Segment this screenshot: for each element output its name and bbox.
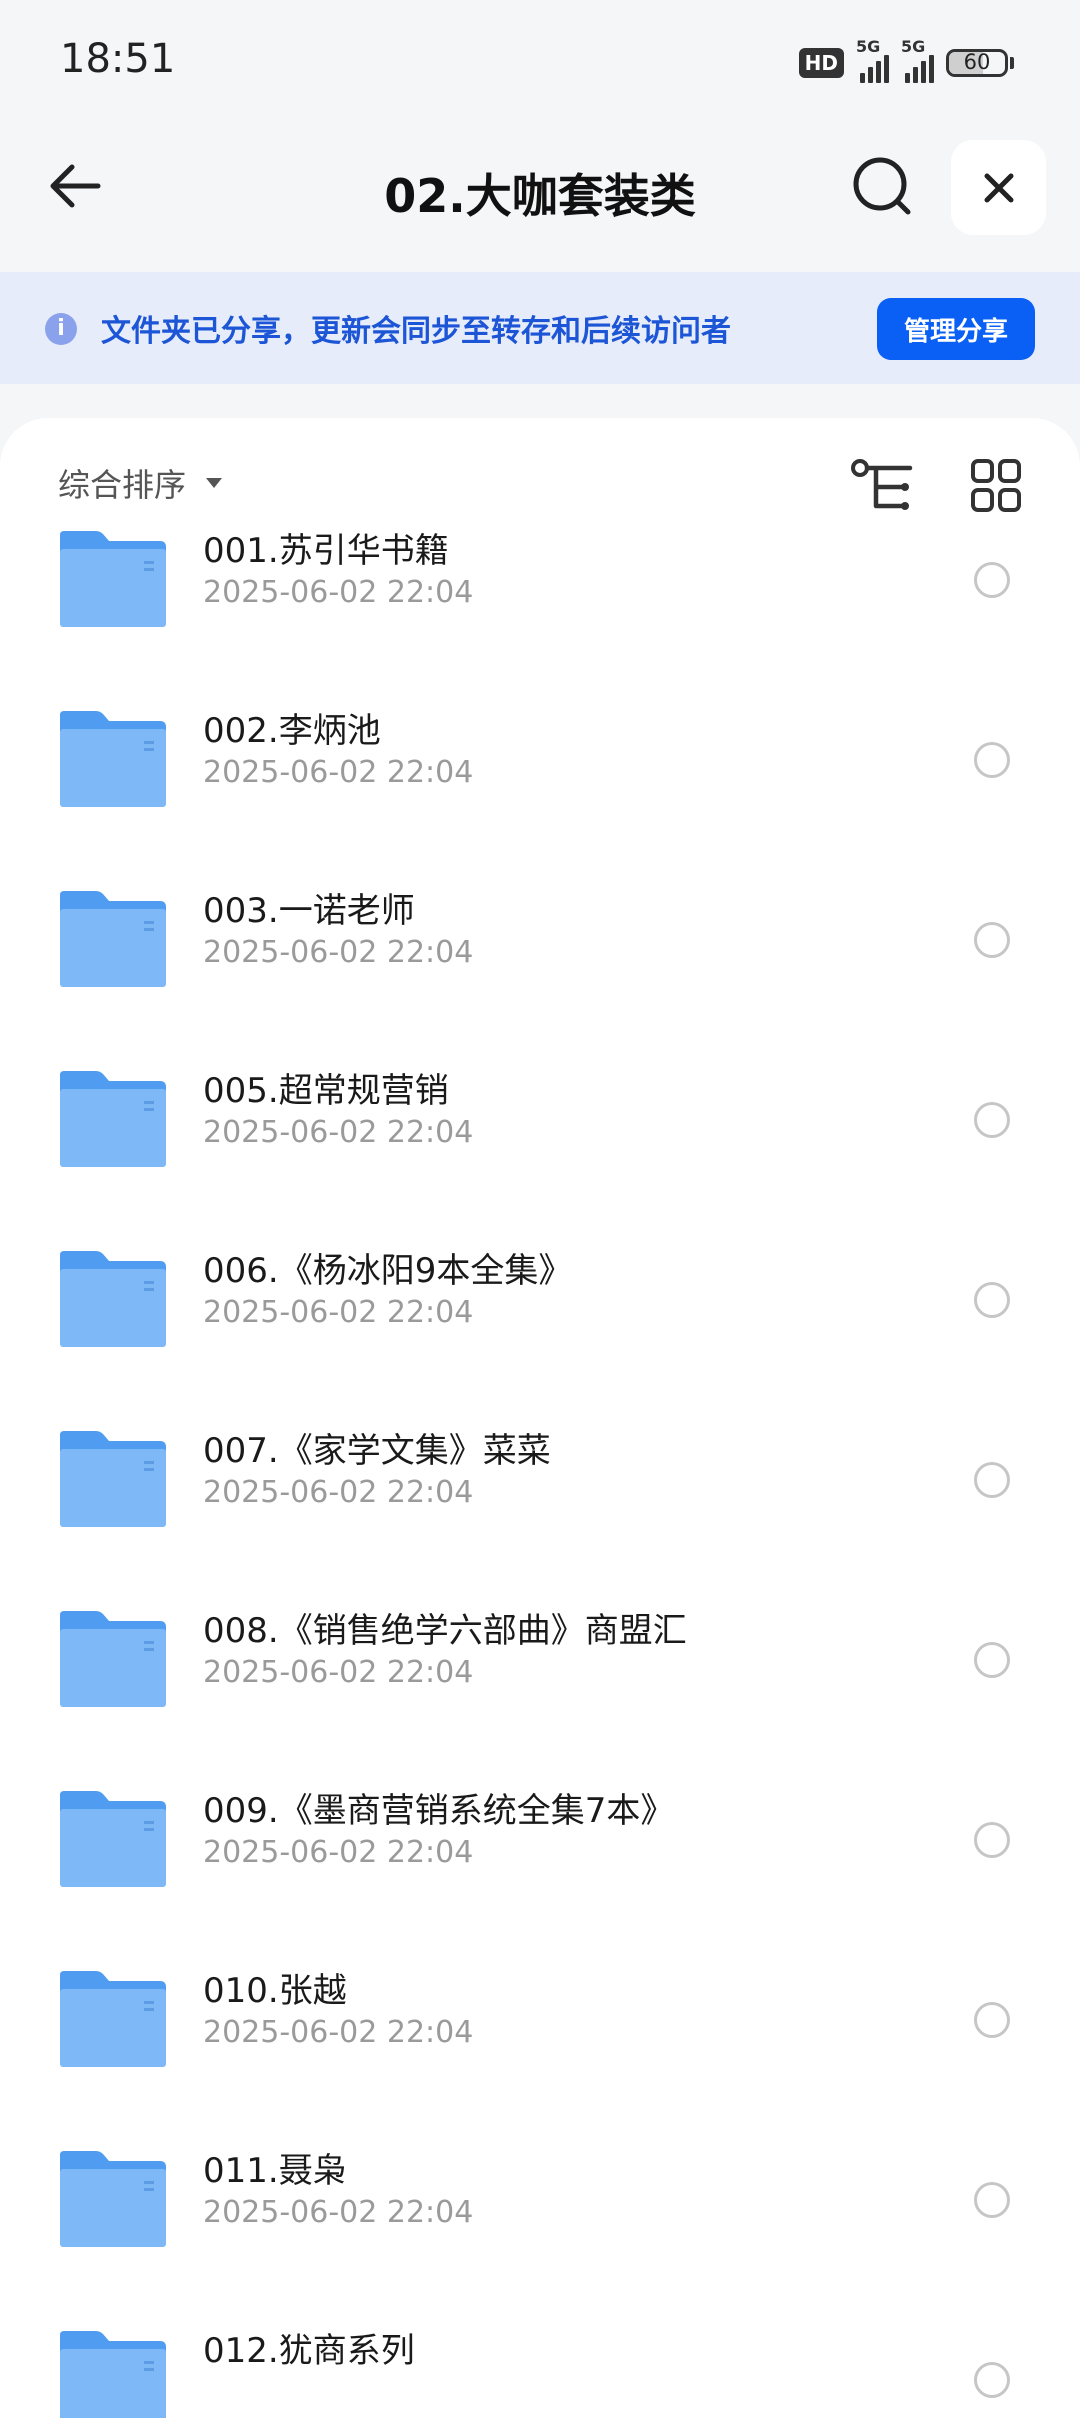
close-icon (984, 173, 1013, 202)
file-row-2[interactable]: 002.李炳池 2025-06-02 22:04 (0, 703, 1080, 883)
file-name: 008.《销售绝学六部曲》商盟汇 (203, 1611, 687, 1651)
file-modified-date: 2025-06-02 22:04 (203, 1475, 474, 1510)
file-name: 009.《墨商营销系统全集7本》 (203, 1791, 675, 1831)
select-checkbox[interactable] (974, 2002, 1010, 2038)
page-title: 02.大咖套装类 (384, 169, 696, 223)
folder-icon (60, 1431, 166, 1527)
sort-label: 综合排序 (58, 466, 187, 504)
sort-dropdown[interactable]: 综合排序 (58, 460, 224, 506)
select-checkbox[interactable] (974, 1642, 1010, 1678)
tree-view-icon (851, 459, 913, 510)
file-modified-date: 2025-06-02 22:04 (203, 1655, 474, 1690)
folder-icon (60, 1071, 166, 1167)
file-modified-date: 2025-06-02 22:04 (203, 1295, 474, 1330)
file-row-8[interactable]: 009.《墨商营销系统全集7本》 2025-06-02 22:04 (0, 1783, 1080, 1963)
share-notice-text: 文件夹已分享，更新会同步至转存和后续访问者 (101, 314, 731, 349)
file-modified-date: 2025-06-02 22:04 (203, 2015, 474, 2050)
manage-share-button[interactable]: 管理分享 (877, 298, 1035, 360)
folder-icon (60, 1791, 166, 1887)
caret-down-icon (206, 478, 223, 488)
close-button[interactable] (951, 140, 1046, 235)
share-notice-banner: i 文件夹已分享，更新会同步至转存和后续访问者 管理分享 (0, 272, 1080, 384)
file-name: 010.张越 (203, 1971, 347, 2011)
file-row-9[interactable]: 010.张越 2025-06-02 22:04 (0, 1963, 1080, 2143)
file-modified-date: 2025-06-02 22:04 (203, 1115, 474, 1150)
grid-view-button[interactable] (970, 458, 1022, 514)
select-checkbox[interactable] (974, 1102, 1010, 1138)
file-row-3[interactable]: 003.一诺老师 2025-06-02 22:04 (0, 883, 1080, 1063)
file-row-10[interactable]: 011.聂枭 2025-06-02 22:04 (0, 2143, 1080, 2323)
select-checkbox[interactable] (974, 562, 1010, 598)
network-type-label-2: 5G (901, 37, 926, 56)
search-button[interactable] (848, 152, 916, 220)
search-icon (853, 157, 911, 215)
battery-icon: 60 (946, 49, 1014, 77)
folder-icon (60, 891, 166, 987)
file-row-4[interactable]: 005.超常规营销 2025-06-02 22:04 (0, 1063, 1080, 1243)
file-modified-date: 2025-06-02 22:04 (203, 1835, 474, 1870)
tree-view-button[interactable] (850, 458, 916, 518)
file-list-card: 综合排序 001.苏引华书籍 2025-06-02 22:04 002.李炳池 … (0, 418, 1080, 2418)
status-icons: HD 5G 5G 60 (798, 37, 1014, 86)
file-modified-date: 2025-06-02 22:04 (203, 935, 474, 970)
signal-icon: 5G (856, 37, 889, 83)
file-modified-date: 2025-06-02 22:04 (203, 2195, 474, 2230)
file-name: 005.超常规营销 (203, 1071, 449, 1111)
arrow-left-icon (50, 164, 101, 208)
select-checkbox[interactable] (974, 2362, 1010, 2398)
status-time: 18:51 (60, 36, 176, 82)
file-row-7[interactable]: 008.《销售绝学六部曲》商盟汇 2025-06-02 22:04 (0, 1603, 1080, 1783)
select-checkbox[interactable] (974, 742, 1010, 778)
folder-icon (60, 1611, 166, 1707)
folder-icon (60, 531, 166, 627)
signal-icon-2: 5G (901, 37, 934, 83)
select-checkbox[interactable] (974, 1282, 1010, 1318)
folder-icon (60, 2151, 166, 2247)
folder-icon (60, 711, 166, 807)
select-checkbox[interactable] (974, 1822, 1010, 1858)
hd-voice-icon: HD (798, 48, 844, 78)
file-name: 001.苏引华书籍 (203, 531, 449, 571)
file-modified-date: 2025-06-02 22:04 (203, 575, 474, 610)
file-row-5[interactable]: 006.《杨冰阳9本全集》 2025-06-02 22:04 (0, 1243, 1080, 1423)
status-bar: 18:51 HD 5G 5G 60 (0, 0, 1080, 125)
file-name: 006.《杨冰阳9本全集》 (203, 1251, 573, 1291)
file-row-11[interactable]: 012.犹商系列 (0, 2323, 1080, 2418)
select-checkbox[interactable] (974, 2182, 1010, 2218)
file-name: 002.李炳池 (203, 711, 381, 751)
select-checkbox[interactable] (974, 1462, 1010, 1498)
folder-icon (60, 2331, 166, 2418)
folder-icon (60, 1251, 166, 1347)
file-name: 007.《家学文集》菜菜 (203, 1431, 551, 1471)
file-row-1[interactable]: 001.苏引华书籍 2025-06-02 22:04 (0, 523, 1080, 703)
file-name: 012.犹商系列 (203, 2331, 415, 2371)
info-icon: i (45, 313, 77, 345)
back-button[interactable] (40, 150, 112, 222)
file-list: 001.苏引华书籍 2025-06-02 22:04 002.李炳池 2025-… (0, 523, 1080, 2418)
network-type-label: 5G (856, 37, 881, 56)
file-name: 011.聂枭 (203, 2151, 347, 2191)
folder-icon (60, 1971, 166, 2067)
select-checkbox[interactable] (974, 922, 1010, 958)
file-row-6[interactable]: 007.《家学文集》菜菜 2025-06-02 22:04 (0, 1423, 1080, 1603)
file-modified-date: 2025-06-02 22:04 (203, 755, 474, 790)
battery-level: 60 (963, 50, 991, 74)
file-name: 003.一诺老师 (203, 891, 415, 931)
grid-view-icon (971, 459, 1021, 512)
